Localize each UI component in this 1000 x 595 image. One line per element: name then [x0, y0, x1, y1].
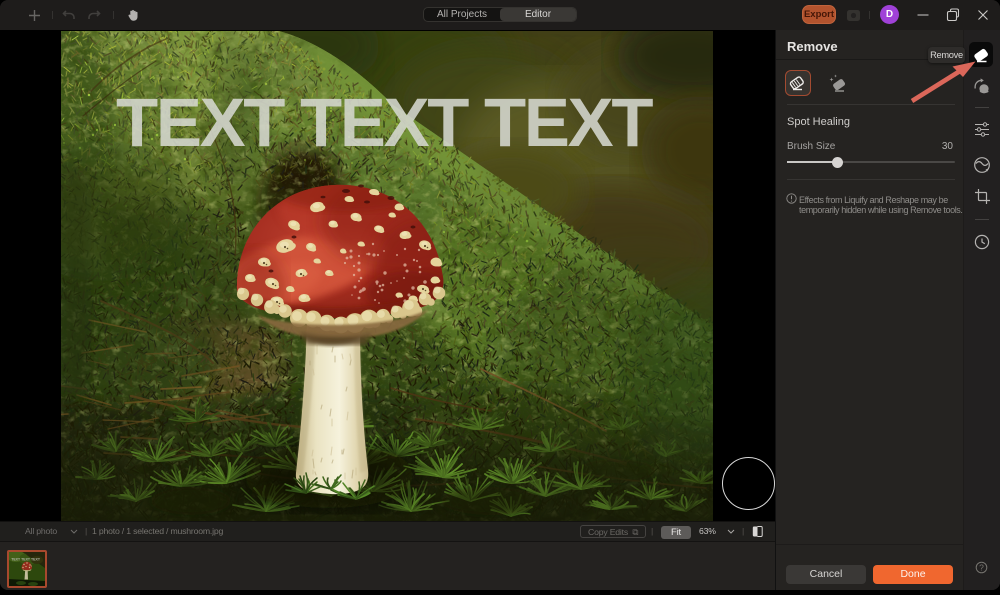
svg-text:?: ? — [979, 563, 984, 573]
svg-text:TEXT TEXT TEXT: TEXT TEXT TEXT — [116, 84, 653, 161]
